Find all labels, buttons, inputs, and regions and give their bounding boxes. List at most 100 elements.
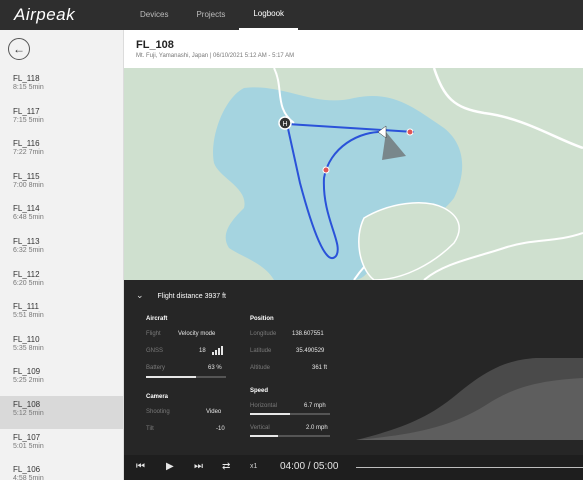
vertical-speed-row: Vertical 2.0 mph (250, 425, 328, 431)
flight-list-item[interactable]: FL_107 5:01 5min (0, 429, 123, 462)
airpeak-logo: Airpeak (14, 5, 76, 24)
app-window: Airpeak Devices Projects Logbook ← FL_11… (0, 0, 583, 480)
battery-value: 63 % (208, 365, 222, 371)
flight-subtitle: Mt. Fuji, Yamanashi, Japan | 06/10/2021 … (136, 53, 295, 59)
flight-list: FL_118 8:15 5min FL_117 7:15 5min FL_116 7:22… (0, 70, 123, 480)
flight-distance-label: Flight distance (157, 293, 203, 300)
back-button[interactable]: ← (8, 38, 30, 60)
gnss-value: 18 (199, 348, 206, 354)
flight-item-time: 8:15 5min (13, 84, 44, 91)
playback-bar: ⏮ ▶ ⏭ ⇄ x1 04:00 / 05:00 (124, 455, 583, 480)
main-content: FL_108 Mt. Fuji, Yamanashi, Japan | 06/1… (124, 30, 583, 480)
aircraft-title: Aircraft (146, 316, 168, 322)
tilt-label: Tilt (146, 426, 154, 432)
tilt-value: -10 (216, 426, 225, 432)
tab-devices[interactable]: Devices (126, 0, 182, 30)
flight-list-item[interactable]: FL_110 5:35 8min (0, 331, 123, 364)
vertical-speed-bar (250, 435, 330, 437)
shooting-label: Shooting (146, 409, 170, 415)
skip-forward-icon[interactable]: ⏭ (194, 461, 203, 472)
longitude-row: Longitude 138.607551 (250, 331, 324, 337)
horizontal-speed-label: Horizontal (250, 403, 278, 409)
battery-bar-fill (146, 376, 197, 378)
horizontal-speed-value: 6.7 mph (304, 403, 326, 409)
vertical-speed-bar-fill (250, 435, 278, 437)
shooting-row: Shooting Video (146, 409, 221, 415)
nav-tabs: Devices Projects Logbook (126, 0, 299, 30)
signal-bars-icon (212, 346, 223, 355)
horizontal-speed-row: Horizontal 6.7 mph (250, 403, 326, 409)
flight-item-time: 7:22 7min (13, 149, 44, 157)
latitude-value: 35.490529 (296, 348, 325, 354)
flight-item-name: FL_106 (13, 465, 41, 475)
flight-list-item[interactable]: FL_108 5:12 5min (0, 395, 123, 429)
flight-distance-value: 3937 ft (204, 293, 227, 300)
latitude-row: Latitude 35.490529 (250, 348, 324, 354)
altitude-label: Altitude (250, 365, 271, 371)
altitude-row: Altitude 361 ft (250, 365, 327, 371)
flight-item-time: 5:35 8min (13, 344, 44, 352)
flight-item-time: 6:20 5min (13, 279, 44, 287)
playback-timeline[interactable] (356, 467, 583, 468)
flight-item-time: 5:25 2min (13, 377, 44, 385)
flight-list-sidebar: ← FL_118 8:15 5min FL_117 7:15 5min FL_116 7:… (0, 30, 124, 480)
flight-map[interactable]: H (124, 68, 583, 280)
shooting-value: Video (206, 409, 222, 415)
horizontal-speed-bar-fill (250, 413, 290, 415)
skip-back-icon[interactable]: ⏮ (136, 461, 145, 472)
flight-list-item[interactable]: FL_111 5:51 8min (0, 298, 123, 331)
route-waypoint (406, 128, 414, 136)
position-title: Position (250, 316, 274, 322)
altitude-profile-chart (356, 358, 583, 440)
flight-list-item[interactable]: FL_114 6:48 5min (0, 200, 123, 233)
camera-title: Camera (146, 394, 169, 400)
flight-list-item[interactable]: FL_106 4:58 5min (0, 461, 123, 480)
battery-bar (146, 376, 226, 378)
flight-item-name: FL_115 (13, 171, 40, 181)
flight-list-item[interactable]: FL_109 5:25 2min (0, 363, 123, 396)
flight-item-time: 7:00 8min (13, 181, 44, 189)
tab-projects[interactable]: Projects (182, 0, 239, 30)
battery-row: Battery 63 % (146, 365, 222, 371)
chevron-down-icon[interactable]: ⌄ (136, 290, 144, 301)
tab-logbook[interactable]: Logbook (239, 0, 299, 30)
flight-list-item[interactable]: FL_117 7:15 5min (0, 103, 123, 136)
longitude-label: Longitude (250, 331, 277, 337)
flight-item-name: FL_114 (13, 204, 40, 214)
flight-item-name: FL_109 (13, 367, 41, 377)
flight-item-name: FL_111 (13, 302, 39, 312)
flight-item-time: 6:32 5min (13, 246, 44, 254)
flight-list-item[interactable]: FL_116 7:22 7min (0, 135, 123, 168)
play-icon[interactable]: ▶ (166, 461, 174, 472)
flight-item-time: 5:51 8min (13, 312, 44, 320)
speed-title: Speed (250, 388, 269, 394)
panel-header: ⌄ Flight distance 3937 ft (136, 290, 226, 301)
flight-item-name: FL_118 (13, 74, 40, 83)
flight-title: FL_108 (136, 39, 174, 51)
tilt-row: Tilt -10 (146, 426, 225, 432)
flight-item-name: FL_110 (13, 334, 40, 344)
flight-item-time: 5:01 5min (13, 442, 44, 450)
vertical-speed-label: Vertical (250, 425, 270, 431)
horizontal-speed-bar (250, 413, 330, 415)
flight-list-item[interactable]: FL_112 6:20 5min (0, 266, 123, 299)
flight-item-time: 7:15 5min (13, 116, 44, 124)
latitude-label: Latitude (250, 348, 272, 354)
flight-list-item[interactable]: FL_115 7:00 8min (0, 168, 123, 201)
flight-list-item[interactable]: FL_113 6:32 5min (0, 233, 123, 266)
flight-mode-row: Flight Velocity mode (146, 331, 215, 337)
playback-speed[interactable]: x1 (250, 463, 257, 470)
flight-list-item[interactable]: FL_118 8:15 5min (0, 70, 123, 103)
flight-header: FL_108 Mt. Fuji, Yamanashi, Japan | 06/1… (124, 30, 583, 68)
top-bar: Airpeak Devices Projects Logbook (0, 0, 583, 30)
route-waypoint (322, 166, 330, 174)
altitude-value: 361 ft (312, 365, 328, 371)
flight-mode-label: Flight (146, 331, 161, 337)
flight-item-name: FL_107 (13, 432, 41, 442)
arrow-left-icon: ← (13, 42, 25, 56)
gnss-label: GNSS (146, 348, 164, 354)
battery-label: Battery (146, 365, 166, 371)
gnss-row: GNSS 18 (146, 346, 223, 355)
loop-icon[interactable]: ⇄ (222, 461, 230, 472)
vertical-speed-value: 2.0 mph (306, 425, 328, 431)
